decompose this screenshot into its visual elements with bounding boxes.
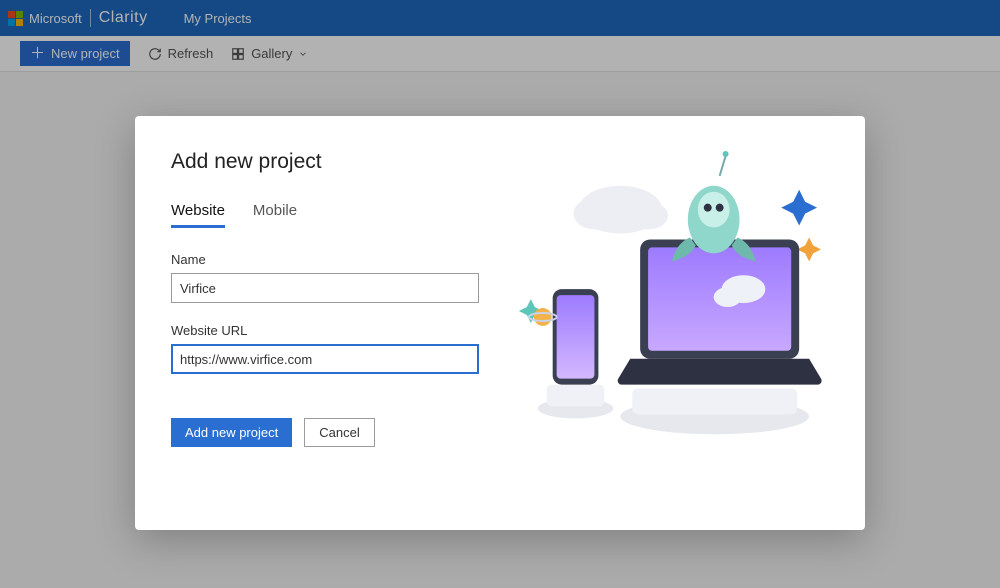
devices-illustration-icon (501, 150, 829, 488)
modal-actions: Add new project Cancel (171, 418, 501, 447)
tab-website[interactable]: Website (171, 202, 225, 228)
add-project-modal: Add new project Website Mobile Name Webs… (135, 116, 865, 530)
url-input[interactable] (171, 344, 479, 374)
name-input[interactable] (171, 273, 479, 303)
modal-form: Add new project Website Mobile Name Webs… (171, 150, 501, 496)
modal-title: Add new project (171, 150, 501, 174)
modal-overlay: Add new project Website Mobile Name Webs… (0, 0, 1000, 588)
modal-tabs: Website Mobile (171, 202, 501, 228)
url-label: Website URL (171, 323, 501, 338)
cancel-button[interactable]: Cancel (304, 418, 374, 447)
modal-illustration (501, 150, 829, 496)
name-label: Name (171, 252, 501, 267)
tab-mobile[interactable]: Mobile (253, 202, 297, 228)
submit-button[interactable]: Add new project (171, 418, 292, 447)
